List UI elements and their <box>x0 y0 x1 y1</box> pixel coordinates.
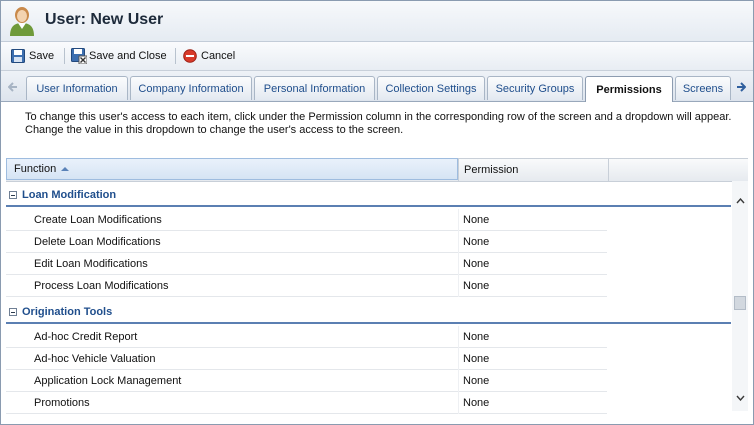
column-header-filler <box>608 159 748 181</box>
toolbar-separator <box>175 48 176 64</box>
cell-divider <box>458 348 459 370</box>
permission-cell[interactable]: None <box>463 353 489 365</box>
table-row[interactable]: Ad-hoc Vehicle Valuation None <box>6 348 607 370</box>
permission-cell[interactable]: None <box>463 258 489 270</box>
cell-divider <box>458 370 459 392</box>
cancel-icon <box>183 49 197 63</box>
title-bar: User: New User <box>1 1 753 42</box>
scroll-down-button[interactable] <box>734 392 746 404</box>
grid-vertical-scrollbar[interactable] <box>732 181 748 411</box>
group-header-loan-modification[interactable]: Loan Modification <box>6 185 731 207</box>
floppy-disk-icon <box>11 49 25 63</box>
table-row[interactable]: Process Loan Modifications None <box>6 275 607 297</box>
group-title: Origination Tools <box>22 306 113 318</box>
permission-cell[interactable]: None <box>463 397 489 409</box>
scroll-up-button[interactable] <box>734 195 746 207</box>
tab-personal-information[interactable]: Personal Information <box>254 76 375 100</box>
cell-divider <box>458 253 459 275</box>
save-close-icon <box>71 48 87 64</box>
tab-screens[interactable]: Screens <box>675 76 731 100</box>
grid-header: Function Permission <box>6 158 748 182</box>
tab-scroll-left-button[interactable] <box>6 79 20 95</box>
collapse-toggle-icon[interactable] <box>9 191 17 199</box>
permission-cell[interactable]: None <box>463 236 489 248</box>
table-row[interactable]: Promotions None <box>6 392 607 414</box>
column-header-permission[interactable]: Permission <box>458 159 608 181</box>
table-row[interactable]: Application Lock Management None <box>6 370 607 392</box>
function-cell: Create Loan Modifications <box>34 214 162 226</box>
save-and-close-button[interactable]: Save and Close <box>71 46 167 66</box>
function-cell: Process Loan Modifications <box>34 280 169 292</box>
tab-bar: User Information Company Information Per… <box>1 71 753 102</box>
permission-cell[interactable]: None <box>463 280 489 292</box>
collapse-toggle-icon[interactable] <box>9 308 17 316</box>
scroll-thumb[interactable] <box>734 296 746 310</box>
permissions-instructions: To change this user's access to each ite… <box>25 111 732 136</box>
cancel-button[interactable]: Cancel <box>183 46 235 66</box>
arrow-right-icon <box>737 82 746 92</box>
toolbar-separator <box>64 48 65 64</box>
group-header-origination-tools[interactable]: Origination Tools <box>6 302 731 324</box>
table-row[interactable]: Edit Loan Modifications None <box>6 253 607 275</box>
column-function-label: Function <box>14 163 57 175</box>
user-avatar-icon <box>10 7 34 36</box>
tab-scroll-right-button[interactable] <box>734 79 748 95</box>
permission-cell[interactable]: None <box>463 375 489 387</box>
tab-user-information[interactable]: User Information <box>26 76 128 100</box>
cell-divider <box>458 326 459 348</box>
function-cell: Ad-hoc Credit Report <box>34 331 138 343</box>
function-cell: Promotions <box>34 397 90 409</box>
column-header-function[interactable]: Function <box>6 158 458 180</box>
table-row[interactable]: Delete Loan Modifications None <box>6 231 607 253</box>
arrow-left-icon <box>8 82 17 92</box>
table-row[interactable]: Create Loan Modifications None <box>6 209 607 231</box>
save-label: Save <box>29 50 55 62</box>
cancel-label: Cancel <box>201 50 236 62</box>
tab-security-groups[interactable]: Security Groups <box>487 76 583 100</box>
permission-cell[interactable]: None <box>463 214 489 226</box>
cell-divider <box>458 209 459 231</box>
function-cell: Ad-hoc Vehicle Valuation <box>34 353 156 365</box>
cell-divider <box>458 392 459 414</box>
function-cell: Delete Loan Modifications <box>34 236 161 248</box>
chevron-up-icon <box>735 198 745 204</box>
column-permission-label: Permission <box>464 164 519 176</box>
window-title: User: New User <box>45 11 164 28</box>
chevron-down-icon <box>735 395 745 401</box>
tab-permissions[interactable]: Permissions <box>585 76 673 102</box>
table-row[interactable]: Ad-hoc Credit Report None <box>6 326 607 348</box>
save-and-close-label: Save and Close <box>89 50 167 62</box>
function-cell: Edit Loan Modifications <box>34 258 148 270</box>
sort-ascending-icon <box>61 167 70 171</box>
group-title: Loan Modification <box>22 189 117 201</box>
permissions-grid: Loan Modification Create Loan Modificati… <box>6 181 731 419</box>
cell-divider <box>458 231 459 253</box>
user-editor-window: User: New User Save Save and Close Cance… <box>0 0 754 425</box>
function-cell: Application Lock Management <box>34 375 182 387</box>
toolbar: Save Save and Close Cancel <box>1 42 753 71</box>
cell-divider <box>458 275 459 297</box>
tab-company-information[interactable]: Company Information <box>130 76 252 100</box>
tab-collection-settings[interactable]: Collection Settings <box>377 76 485 100</box>
permission-cell[interactable]: None <box>463 331 489 343</box>
save-button[interactable]: Save <box>11 46 54 66</box>
